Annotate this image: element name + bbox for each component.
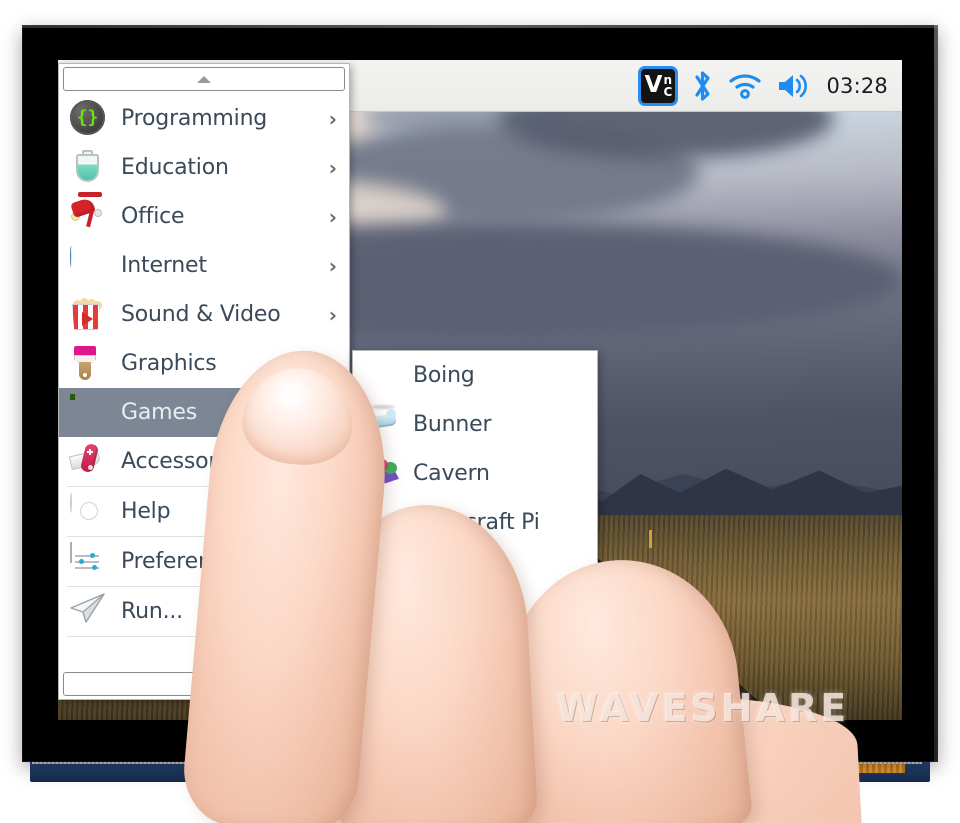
menu-scroll-up-button[interactable]: [63, 67, 345, 91]
menu-item-programming[interactable]: {} Programming ›: [59, 94, 349, 143]
vnc-icon-nc: n C: [663, 74, 672, 98]
submenu-item-label: Boing: [413, 363, 475, 388]
vnc-icon[interactable]: V n C: [638, 65, 679, 106]
vnc-icon-v: V: [644, 72, 663, 98]
globe-icon-art: [70, 246, 72, 267]
invader-eye-right: [70, 394, 75, 400]
vnc-icon-n: n: [663, 72, 673, 87]
chevron-right-icon: ›: [328, 106, 337, 131]
submenu-item-boing[interactable]: Boing: [353, 351, 597, 400]
slider-knob: [92, 565, 97, 570]
swiss-knife-icon: [68, 442, 107, 480]
volume-icon[interactable]: [776, 71, 812, 101]
bluetooth-icon[interactable]: [692, 69, 714, 103]
space-invader-icon: [70, 394, 107, 431]
flask-body: [76, 154, 99, 182]
lifebuoy-icon: [70, 492, 107, 530]
paper-plane-icon: [70, 593, 107, 630]
screenshot-stage: i@raspberrypi: ~] V n C: [0, 0, 960, 823]
chevron-right-icon: ›: [328, 204, 337, 229]
braces-icon-glyph: {}: [70, 100, 105, 135]
braces-icon: {}: [70, 100, 107, 137]
submenu-item-cavern[interactable]: Cavern: [353, 449, 597, 498]
brush-handle: [79, 362, 91, 380]
menu-item-office[interactable]: Office ›: [59, 192, 349, 241]
menu-item-label: Programming: [121, 106, 268, 131]
menu-item-label: Games: [121, 400, 197, 425]
fingernail: [239, 363, 358, 469]
slider-track: [75, 555, 99, 557]
lamp-base: [78, 192, 102, 197]
submenu-item-bunner[interactable]: Bunner: [353, 400, 597, 449]
slider-knob: [90, 553, 95, 558]
menu-item-sound-and-video[interactable]: Sound & Video ›: [59, 290, 349, 339]
system-tray: V n C 03:28: [638, 65, 902, 106]
wifi-icon[interactable]: [728, 72, 762, 100]
bezel-top-highlight: [22, 25, 938, 28]
menu-item-label: Sound & Video: [121, 302, 281, 327]
boing-ball-icon: [367, 360, 399, 392]
desk-lamp-icon: [70, 192, 107, 235]
roadside-post: [648, 530, 652, 549]
paper-plane-icon-art: [70, 593, 105, 623]
brand-watermark: WAVESHARE: [556, 686, 850, 730]
lifebuoy-icon-art: [70, 492, 72, 513]
knife-cross: [87, 449, 93, 455]
menu-item-label: Run...: [121, 599, 183, 624]
menu-item-label: Education: [121, 155, 229, 180]
sliders-window-icon: [70, 542, 107, 580]
submenu-item-label: Bunner: [413, 412, 492, 437]
chevron-up-icon: [197, 75, 211, 83]
taskbar-clock[interactable]: 03:28: [826, 74, 888, 98]
menu-item-label: Help: [121, 499, 171, 524]
bezel-right-highlight: [934, 25, 938, 762]
paintbrush-icon: [70, 345, 107, 382]
submenu-item-label: Cavern: [413, 461, 490, 486]
popcorn-play-icon: [70, 296, 107, 333]
lamp-joint: [94, 209, 102, 217]
play-triangle: [82, 312, 93, 326]
sliders-window-icon-art: [70, 542, 99, 570]
knife-rivet: [88, 465, 93, 470]
chevron-right-icon: ›: [328, 302, 337, 327]
menu-item-label: Internet: [121, 253, 207, 278]
globe-icon: [70, 246, 107, 284]
menu-item-education[interactable]: Education ›: [59, 143, 349, 192]
menu-item-internet[interactable]: Internet ›: [59, 241, 349, 290]
vnc-icon-c: C: [663, 84, 673, 99]
slider-knob: [79, 559, 84, 564]
menu-item-label: Office: [121, 204, 185, 229]
flask-icon: [70, 149, 107, 186]
chevron-right-icon: ›: [328, 155, 337, 180]
menu-item-label: Graphics: [121, 351, 217, 376]
chevron-right-icon: ›: [328, 253, 337, 278]
